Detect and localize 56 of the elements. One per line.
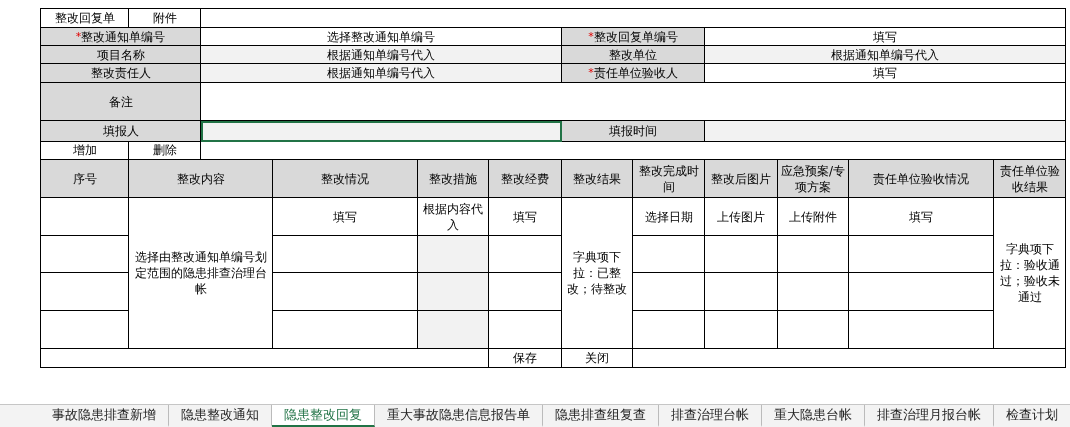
field-label-text: 整改单位 bbox=[609, 46, 657, 63]
table-cell: 选择由整改通知单编号划定范围的隐患排查治理台帐 bbox=[129, 198, 273, 349]
form-title: 整改回复单 bbox=[41, 9, 129, 28]
reporter-field[interactable] bbox=[201, 121, 562, 142]
field-label: 备注 bbox=[41, 83, 201, 121]
table-cell: 选择日期 bbox=[633, 198, 705, 236]
sheet-tab[interactable]: 隐患排查组复查 bbox=[543, 405, 659, 427]
attachment-label: 附件 bbox=[129, 9, 201, 28]
field-value[interactable]: 根据通知单编号代入 bbox=[201, 64, 562, 83]
column-header: 责任单位验收结果 bbox=[994, 160, 1066, 198]
field-label-text: 整改回复单编号 bbox=[593, 28, 678, 45]
sheet-tab[interactable]: 重大隐患台帐 bbox=[762, 405, 865, 427]
column-header: 整改措施 bbox=[418, 160, 489, 198]
field-value[interactable]: 填写 bbox=[705, 28, 1066, 46]
sheet-tab[interactable]: 检查计划 bbox=[994, 405, 1070, 427]
table-cell: 填写 bbox=[489, 198, 562, 236]
field-label: 填报时间 bbox=[562, 121, 705, 142]
column-header: 序号 bbox=[41, 160, 129, 198]
sheet-tab[interactable]: 隐患整改回复 bbox=[272, 405, 375, 427]
required-asterisk: * bbox=[75, 28, 82, 45]
delete-row-button[interactable]: 删除 bbox=[129, 142, 201, 160]
column-header: 整改经费 bbox=[489, 160, 562, 198]
column-header: 整改完成时间 bbox=[633, 160, 705, 198]
column-header: 整改结果 bbox=[562, 160, 633, 198]
field-value[interactable]: 根据通知单编号代入 bbox=[201, 46, 562, 64]
column-header: 整改后图片 bbox=[705, 160, 778, 198]
column-header: 责任单位验收情况 bbox=[849, 160, 994, 198]
close-button[interactable]: 关闭 bbox=[562, 349, 633, 368]
report-time-field[interactable] bbox=[705, 121, 1066, 142]
field-value[interactable]: 填写 bbox=[705, 64, 1066, 83]
column-header: 整改情况 bbox=[273, 160, 418, 198]
field-label: 填报人 bbox=[41, 121, 201, 142]
table-cell: 上传图片 bbox=[705, 198, 778, 236]
column-header: 整改内容 bbox=[129, 160, 273, 198]
column-header: 应急预案/专项方案 bbox=[778, 160, 849, 198]
field-label-text: 项目名称 bbox=[96, 46, 145, 63]
table-cell: 填写 bbox=[849, 198, 994, 236]
remark-field[interactable] bbox=[201, 83, 1066, 121]
field-label-text: 责任单位验收人 bbox=[593, 65, 678, 81]
table-cell: 填写 bbox=[273, 198, 418, 236]
field-value[interactable]: 选择整改通知单编号 bbox=[201, 28, 562, 46]
table-cell: 根据内容代入 bbox=[418, 198, 489, 236]
table-cell: 字典项下拉：验收通过；验收未通过 bbox=[994, 198, 1066, 349]
sheet-tab[interactable]: 重大事故隐患信息报告单 bbox=[375, 405, 543, 427]
field-value[interactable]: 根据通知单编号代入 bbox=[705, 46, 1066, 64]
sheet-tab[interactable]: 排查治理台帐 bbox=[659, 405, 762, 427]
sheet-tab[interactable]: 事故隐患排查新增 bbox=[40, 405, 169, 427]
required-asterisk: * bbox=[588, 65, 594, 81]
field-label-text: 整改责任人 bbox=[90, 65, 151, 81]
sheet-tab[interactable]: 排查治理月报台帐 bbox=[865, 405, 994, 427]
required-asterisk: * bbox=[588, 28, 594, 45]
field-label-text: 整改通知单编号 bbox=[81, 28, 166, 45]
add-row-button[interactable]: 增加 bbox=[41, 142, 129, 160]
table-cell: 字典项下拉：已整改；待整改 bbox=[562, 198, 633, 349]
save-button[interactable]: 保存 bbox=[489, 349, 562, 368]
table-cell: 上传附件 bbox=[778, 198, 849, 236]
